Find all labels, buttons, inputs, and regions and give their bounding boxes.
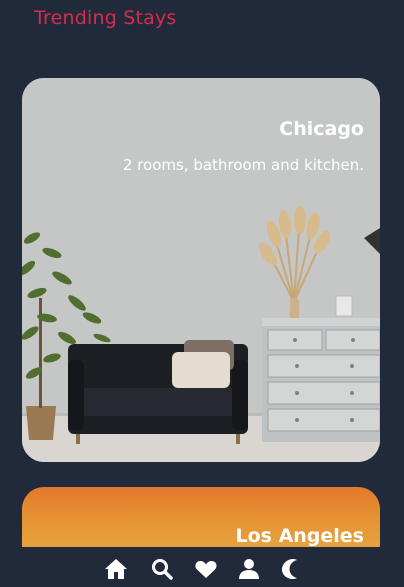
- heart-icon[interactable]: [194, 557, 218, 581]
- stay-description: 2 rooms, bathroom and kitchen.: [122, 156, 364, 174]
- app-screen: Trending Stays Chicago 2 rooms, bathroom…: [0, 0, 404, 587]
- bottom-navigation: [0, 547, 404, 587]
- stay-city: Chicago: [279, 118, 364, 140]
- stay-card-text: Chicago 2 rooms, bathroom and kitchen.: [123, 118, 364, 174]
- stay-card-text: Los Angeles: [235, 525, 364, 547]
- stay-city: Los Angeles: [235, 525, 364, 547]
- page-title: Trending Stays: [34, 7, 177, 29]
- stay-card-chicago[interactable]: Chicago 2 rooms, bathroom and kitchen.: [22, 78, 380, 462]
- moon-icon[interactable]: [278, 557, 302, 581]
- home-icon[interactable]: [104, 557, 128, 581]
- user-icon[interactable]: [237, 557, 261, 581]
- search-icon[interactable]: [150, 557, 174, 581]
